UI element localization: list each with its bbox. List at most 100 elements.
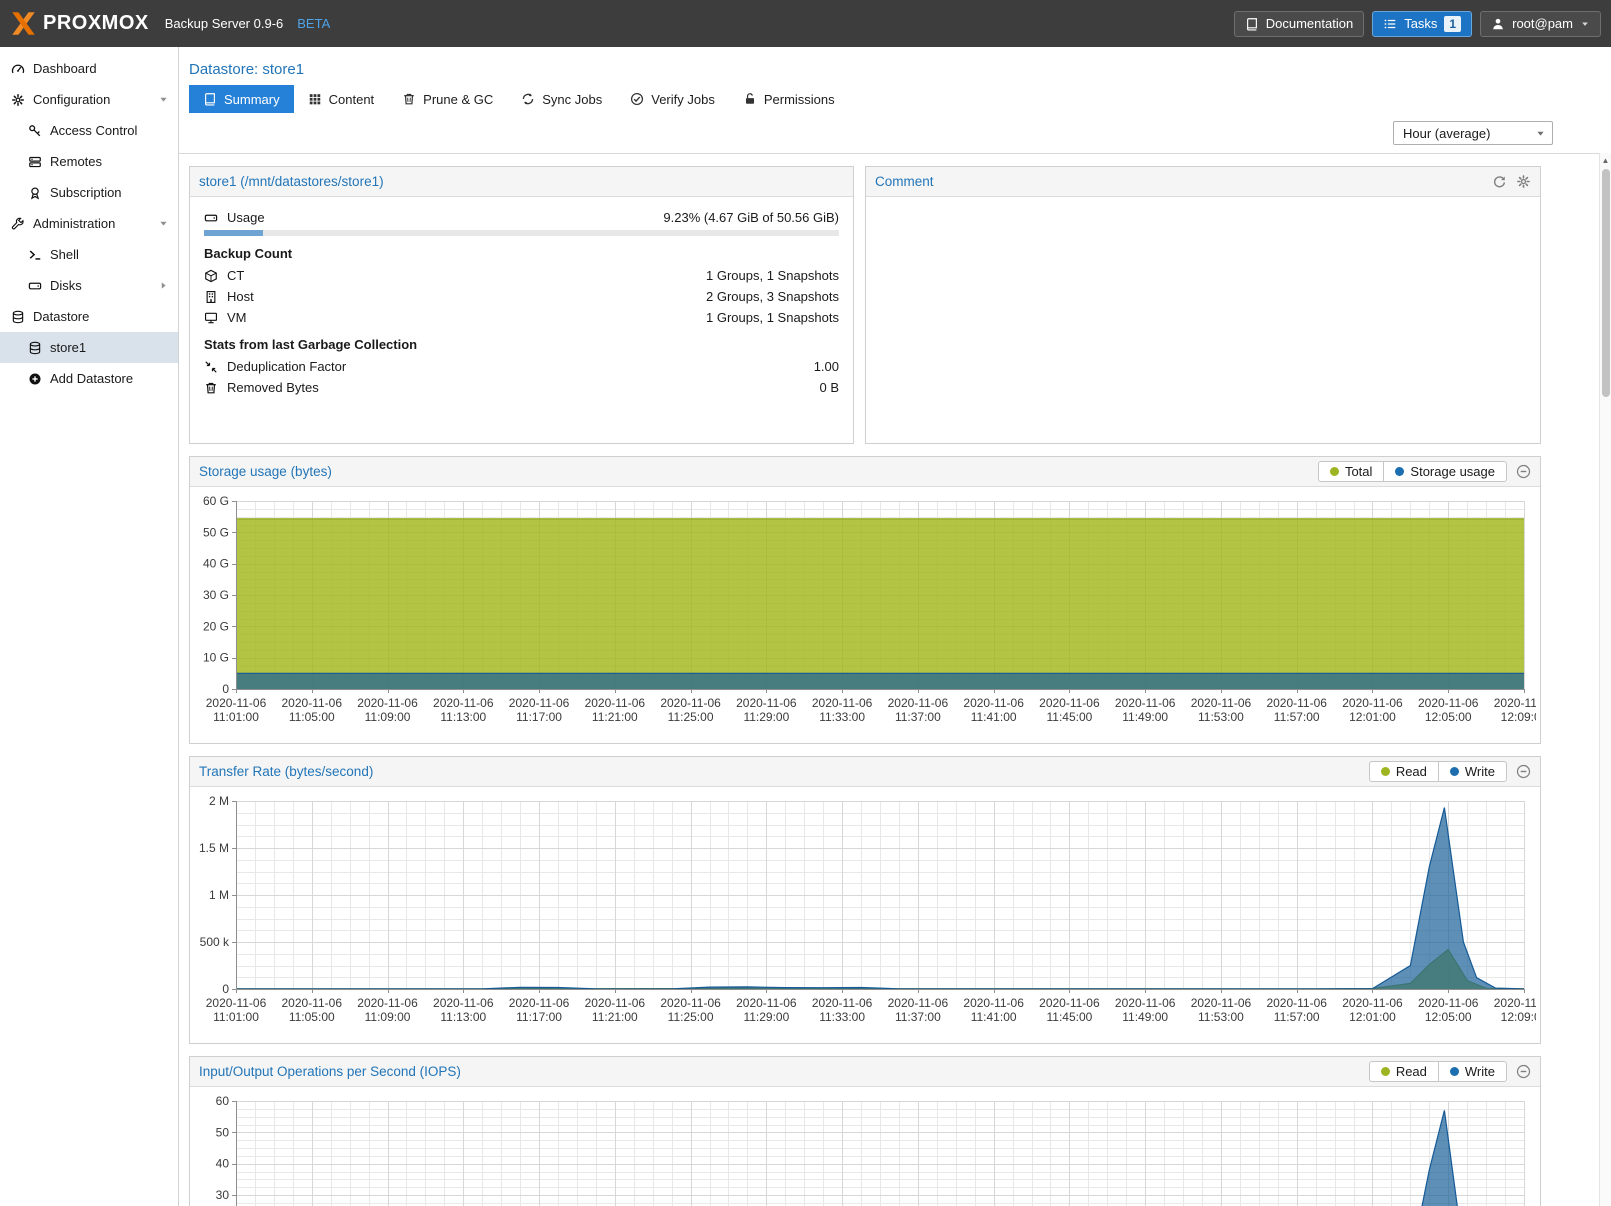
gear-icon[interactable] (1516, 174, 1531, 189)
proxmox-logo: PROXMOX (10, 10, 149, 37)
svg-text:2020-11-06: 2020-11-06 (1342, 696, 1403, 710)
scroll-up-arrow[interactable]: ▲ (1600, 153, 1611, 167)
sidebar-item-shell[interactable]: Shell (0, 239, 178, 270)
removed-bytes-row: Removed Bytes 0 B (204, 377, 839, 398)
svg-text:2 M: 2 M (209, 794, 229, 808)
collapse-icon[interactable] (1516, 764, 1531, 779)
chevron-right-icon (158, 280, 169, 291)
sidebar-item-datastore[interactable]: Datastore (0, 301, 178, 332)
collapse-icon[interactable] (1516, 1064, 1531, 1079)
svg-text:12:09:00: 12:09:00 (1501, 1010, 1536, 1024)
svg-text:2020-11-06: 2020-11-06 (736, 696, 797, 710)
legend-item-read[interactable]: Read (1370, 1062, 1438, 1081)
svg-text:11:29:00: 11:29:00 (743, 1010, 789, 1024)
datastore-panel-body: Usage 9.23% (4.67 GiB of 50.56 GiB) Back… (190, 197, 853, 408)
beta-link[interactable]: BETA (297, 16, 330, 31)
host-value: 2 Groups, 3 Snapshots (706, 289, 839, 304)
chevron-down-icon (158, 94, 169, 105)
sidebar-item-subscription[interactable]: Subscription (0, 177, 178, 208)
vm-label: VM (227, 310, 247, 325)
svg-text:0: 0 (222, 682, 229, 696)
svg-text:40: 40 (216, 1157, 230, 1171)
iops-chart: 01020304050602020-11-0611:01:002020-11-0… (190, 1087, 1540, 1206)
tab-sync-jobs[interactable]: Sync Jobs (507, 85, 616, 113)
svg-text:2020-11-06: 2020-11-06 (1418, 696, 1479, 710)
storage-usage-header: Storage usage (bytes) Total Storage usag… (190, 457, 1540, 487)
book-icon (1245, 17, 1259, 31)
comment-panel-title: Comment (875, 174, 934, 189)
svg-text:40 G: 40 G (203, 557, 229, 571)
unlock-icon (743, 92, 757, 106)
svg-text:2020-11-06: 2020-11-06 (1494, 996, 1536, 1010)
svg-text:11:13:00: 11:13:00 (440, 710, 486, 724)
svg-text:2020-11-06: 2020-11-06 (1342, 996, 1403, 1010)
svg-text:2020-11-06: 2020-11-06 (509, 696, 570, 710)
tasks-label: Tasks (1404, 16, 1437, 31)
svg-text:2020-11-06: 2020-11-06 (1039, 696, 1100, 710)
vertical-scrollbar[interactable]: ▲ (1599, 153, 1611, 1206)
scrollbar-thumb[interactable] (1602, 169, 1610, 397)
svg-text:1 M: 1 M (209, 888, 229, 902)
svg-text:2020-11-06: 2020-11-06 (509, 996, 570, 1010)
comment-panel: Comment (865, 166, 1541, 444)
transfer-rate-title: Transfer Rate (bytes/second) (199, 764, 373, 779)
collapse-icon[interactable] (1516, 464, 1531, 479)
iops-legend: Read Write (1369, 1061, 1507, 1082)
legend-item-read[interactable]: Read (1370, 762, 1438, 781)
tab-verify-jobs[interactable]: Verify Jobs (616, 85, 729, 113)
svg-text:2020-11-06: 2020-11-06 (963, 996, 1024, 1010)
wrench-icon (11, 217, 25, 231)
tab-bar: Summary Content Prune & GC Sync Jobs Ver… (179, 85, 1611, 113)
key-icon (28, 124, 42, 138)
svg-text:11:57:00: 11:57:00 (1274, 710, 1320, 724)
legend-item-write[interactable]: Write (1438, 762, 1506, 781)
svg-text:2020-11-06: 2020-11-06 (660, 996, 721, 1010)
storage-usage-panel: Storage usage (bytes) Total Storage usag… (189, 456, 1541, 744)
sidebar: Dashboard Configuration Access Control R… (0, 47, 179, 1206)
timeframe-select[interactable]: Hour (average) (1393, 121, 1553, 145)
usage-row: Usage 9.23% (4.67 GiB of 50.56 GiB) (204, 207, 839, 228)
tab-summary[interactable]: Summary (189, 85, 294, 113)
server-icon (28, 155, 42, 169)
svg-text:11:53:00: 11:53:00 (1198, 710, 1244, 724)
sidebar-item-configuration[interactable]: Configuration (0, 84, 178, 115)
svg-text:2020-11-06: 2020-11-06 (282, 696, 343, 710)
desktop-icon (204, 311, 218, 325)
user-menu-button[interactable]: root@pam (1480, 11, 1601, 37)
svg-text:12:01:00: 12:01:00 (1349, 710, 1396, 724)
svg-text:11:49:00: 11:49:00 (1122, 1010, 1168, 1024)
sidebar-item-remotes[interactable]: Remotes (0, 146, 178, 177)
sidebar-item-add-datastore[interactable]: Add Datastore (0, 363, 178, 394)
tab-prune-gc[interactable]: Prune & GC (388, 85, 507, 113)
tab-content[interactable]: Content (294, 85, 389, 113)
comment-panel-body[interactable] (866, 197, 1540, 217)
ct-row: CT 1 Groups, 1 Snapshots (204, 265, 839, 286)
hdd-icon (204, 211, 218, 225)
svg-text:11:53:00: 11:53:00 (1198, 1010, 1244, 1024)
svg-text:0: 0 (222, 982, 229, 996)
gc-stats-title: Stats from last Garbage Collection (204, 337, 839, 352)
sidebar-item-dashboard[interactable]: Dashboard (0, 53, 178, 84)
svg-text:2020-11-06: 2020-11-06 (812, 996, 873, 1010)
documentation-button[interactable]: Documentation (1234, 11, 1364, 37)
chevron-down-icon (158, 218, 169, 229)
svg-text:11:49:00: 11:49:00 (1122, 710, 1168, 724)
legend-item-storage-usage[interactable]: Storage usage (1383, 462, 1506, 481)
sidebar-item-disks[interactable]: Disks (0, 270, 178, 301)
transfer-rate-header: Transfer Rate (bytes/second) Read Write (190, 757, 1540, 787)
legend-item-total[interactable]: Total (1319, 462, 1383, 481)
refresh-icon[interactable] (1492, 174, 1507, 189)
svg-text:2020-11-06: 2020-11-06 (963, 696, 1024, 710)
chevron-down-icon (1535, 128, 1546, 139)
tasks-button[interactable]: Tasks 1 (1372, 11, 1472, 37)
svg-text:11:29:00: 11:29:00 (743, 710, 789, 724)
svg-text:11:17:00: 11:17:00 (516, 710, 562, 724)
sidebar-item-access-control[interactable]: Access Control (0, 115, 178, 146)
legend-item-write[interactable]: Write (1438, 1062, 1506, 1081)
tab-permissions[interactable]: Permissions (729, 85, 849, 113)
ct-label: CT (227, 268, 244, 283)
sidebar-item-store1[interactable]: store1 (0, 332, 178, 363)
database-icon (28, 341, 42, 355)
sidebar-item-administration[interactable]: Administration (0, 208, 178, 239)
svg-text:2020-11-06: 2020-11-06 (1191, 996, 1252, 1010)
